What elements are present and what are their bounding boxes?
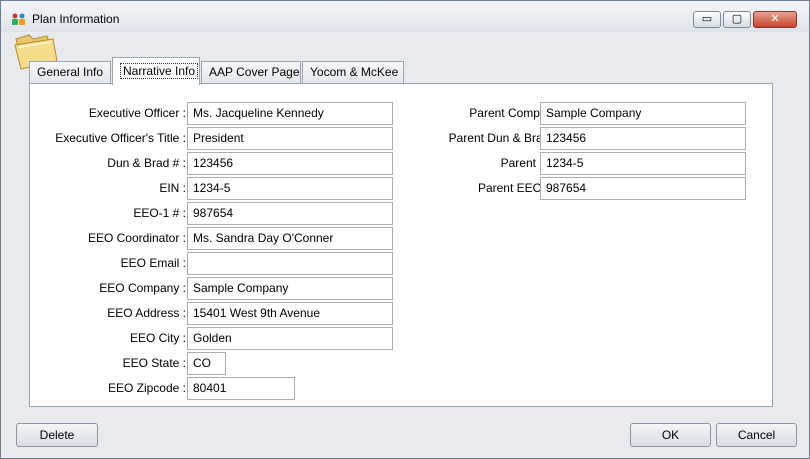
cancel-button[interactable]: Cancel	[716, 423, 797, 447]
eeo-state-label: EEO State :	[122, 356, 186, 370]
tab-label: Narrative Info	[120, 63, 199, 79]
eeo-email-field[interactable]	[187, 252, 393, 275]
dun-brad-row: Dun & Brad # : 123456	[30, 152, 410, 175]
eeo-zipcode-row: EEO Zipcode : 80401	[30, 377, 410, 400]
parent-ein-field[interactable]: 1234-5	[540, 152, 746, 175]
tab-general-info[interactable]: General Info	[29, 61, 111, 84]
tab-aap-cover-page[interactable]: AAP Cover Page	[201, 61, 301, 84]
eeo-company-row: EEO Company : Sample Company	[30, 277, 410, 300]
eeo-address-label: EEO Address :	[107, 306, 186, 320]
ein-row: EIN : 1234-5	[30, 177, 410, 200]
parent-eeo1-field[interactable]: 987654	[540, 177, 746, 200]
dun-brad-field[interactable]: 123456	[187, 152, 393, 175]
dun-brad-label: Dun & Brad # :	[107, 156, 186, 170]
parent-company-row: Parent Company : Sample Company	[410, 102, 770, 125]
executive-officer-title-row: Executive Officer's Title : President	[30, 127, 410, 150]
tab-narrative-info[interactable]: Narrative Info	[112, 57, 200, 85]
eeo-address-row: EEO Address : 15401 West 9th Avenue	[30, 302, 410, 325]
maximize-icon: ▢	[731, 13, 743, 25]
eeo1-label: EEO-1 # :	[133, 206, 186, 220]
parent-eeo1-row: Parent EEO-1# : 987654	[410, 177, 770, 200]
plan-information-window: Plan Information ▭ ▢ ✕ General Info Narr…	[0, 0, 810, 459]
minimize-icon: ▭	[701, 13, 713, 25]
minimize-button[interactable]: ▭	[693, 11, 721, 28]
executive-officer-field[interactable]: Ms. Jacqueline Kennedy	[187, 102, 393, 125]
eeo-city-row: EEO City : Golden	[30, 327, 410, 350]
title-bar[interactable]: Plan Information ▭ ▢ ✕	[1, 1, 809, 32]
eeo-coordinator-field[interactable]: Ms. Sandra Day O'Conner	[187, 227, 393, 250]
parent-ein-row: Parent EIN : 1234-5	[410, 152, 770, 175]
close-icon: ✕	[770, 13, 780, 25]
eeo-zipcode-field[interactable]: 80401	[187, 377, 295, 400]
app-icon	[12, 13, 25, 25]
eeo-address-field[interactable]: 15401 West 9th Avenue	[187, 302, 393, 325]
eeo-zipcode-label: EEO Zipcode :	[107, 381, 186, 395]
executive-officer-title-field[interactable]: President	[187, 127, 393, 150]
tab-label: Yocom & McKee	[310, 65, 399, 79]
executive-officer-title-label: Executive Officer's Title :	[55, 131, 186, 145]
tab-label: General Info	[37, 65, 104, 79]
ein-field[interactable]: 1234-5	[187, 177, 393, 200]
maximize-button[interactable]: ▢	[723, 11, 751, 28]
eeo-city-label: EEO City :	[129, 331, 186, 345]
eeo1-field[interactable]: 987654	[187, 202, 393, 225]
eeo-email-label: EEO Email :	[120, 256, 186, 270]
eeo-email-row: EEO Email :	[30, 252, 410, 275]
eeo-state-row: EEO State : CO	[30, 352, 410, 375]
eeo1-row: EEO-1 # : 987654	[30, 202, 410, 225]
parent-dun-brad-field[interactable]: 123456	[540, 127, 746, 150]
parent-company-field[interactable]: Sample Company	[540, 102, 746, 125]
eeo-company-field[interactable]: Sample Company	[187, 277, 393, 300]
executive-officer-row: Executive Officer : Ms. Jacqueline Kenne…	[30, 102, 410, 125]
delete-button[interactable]: Delete	[16, 423, 98, 447]
window-title: Plan Information	[32, 12, 120, 26]
eeo-city-field[interactable]: Golden	[187, 327, 393, 350]
close-button[interactable]: ✕	[753, 11, 797, 28]
ein-label: EIN :	[159, 181, 186, 195]
tab-label: AAP Cover Page	[209, 65, 300, 79]
parent-dun-brad-row: Parent Dun & Brad # : 123456	[410, 127, 770, 150]
ok-button[interactable]: OK	[630, 423, 711, 447]
eeo-state-field[interactable]: CO	[187, 352, 226, 375]
narrative-info-panel: Executive Officer : Ms. Jacqueline Kenne…	[29, 83, 773, 407]
eeo-coordinator-label: EEO Coordinator :	[87, 231, 186, 245]
eeo-company-label: EEO Company :	[99, 281, 186, 295]
executive-officer-label: Executive Officer :	[88, 106, 186, 120]
eeo-coordinator-row: EEO Coordinator : Ms. Sandra Day O'Conne…	[30, 227, 410, 250]
tab-yocom-mckee[interactable]: Yocom & McKee	[302, 61, 404, 84]
